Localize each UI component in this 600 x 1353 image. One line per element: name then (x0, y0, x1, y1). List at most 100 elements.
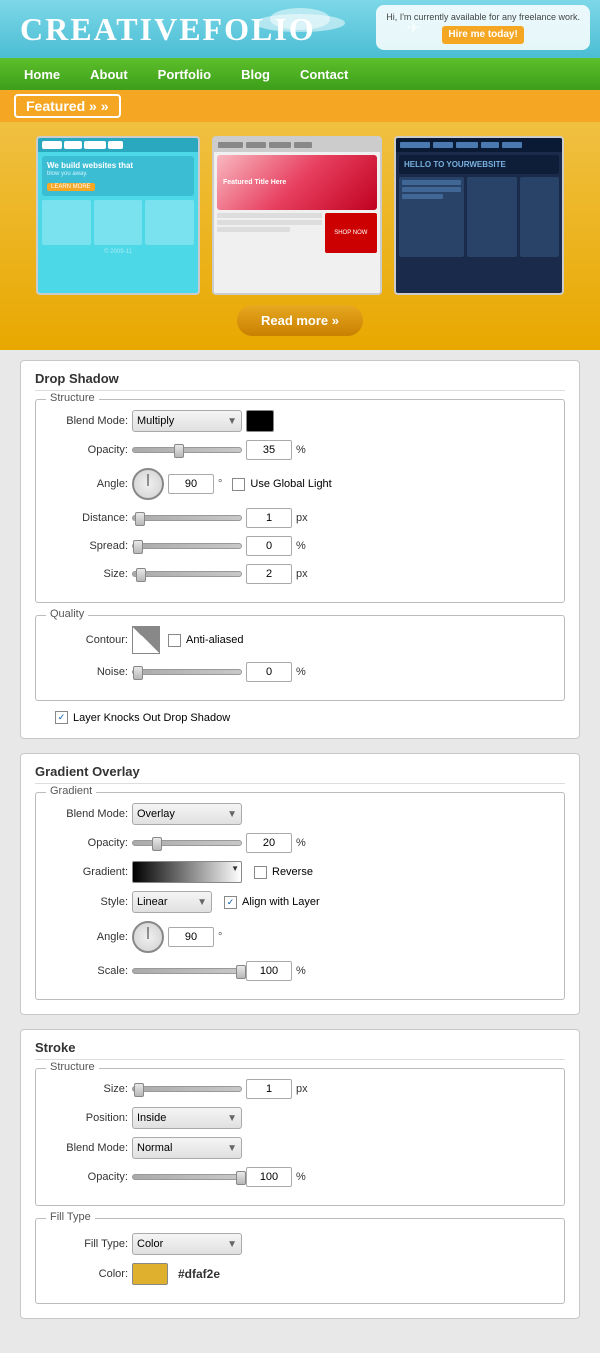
go-opacity-slider-track[interactable] (132, 840, 242, 846)
angle-input[interactable] (168, 474, 214, 494)
layer-knocks-cb[interactable] (55, 711, 68, 724)
anti-aliased-cb[interactable] (168, 634, 181, 647)
go-angle-deg: ° (218, 931, 222, 943)
distance-px: px (296, 512, 308, 524)
distance-slider-track[interactable] (132, 515, 242, 521)
distance-label: Distance: (48, 512, 128, 524)
go-scale-input[interactable] (246, 961, 292, 981)
carousel-thumb-2[interactable]: Featured Title Here SHOP NOW (212, 136, 382, 295)
featured-label[interactable]: Featured » (14, 94, 121, 118)
go-opacity-input[interactable] (246, 833, 292, 853)
distance-slider-wrap (132, 515, 242, 521)
opacity-percent: % (296, 444, 306, 456)
stroke-opacity-slider-track[interactable] (132, 1174, 242, 1180)
size-slider-wrap (132, 571, 242, 577)
stroke-structure-label: Structure (46, 1061, 99, 1073)
go-gradient-row: Gradient: ▼ Reverse (48, 861, 552, 883)
noise-row: Noise: % (48, 662, 552, 682)
layer-knocks-label: Layer Knocks Out Drop Shadow (73, 712, 230, 724)
gradient-preview[interactable]: ▼ (132, 861, 242, 883)
go-style-label: Style: (48, 896, 128, 908)
thumb1-col2 (94, 200, 143, 245)
carousel-thumb-3[interactable]: HELLO TO YOURWEBSITE (394, 136, 564, 295)
opacity-slider-thumb[interactable] (174, 444, 184, 458)
size-label: Size: (48, 568, 128, 580)
go-scale-slider-wrap (132, 968, 242, 974)
opacity-slider-track[interactable] (132, 447, 242, 453)
featured-bar: Featured » (0, 90, 600, 122)
spread-input[interactable] (246, 536, 292, 556)
spread-slider-thumb[interactable] (133, 540, 143, 554)
size-slider-thumb[interactable] (136, 568, 146, 582)
contour-row: Contour: Anti-aliased (48, 626, 552, 654)
go-gradient-label: Gradient: (48, 866, 128, 878)
stroke-color-row: Color: #dfaf2e (48, 1263, 552, 1285)
stroke-color-hex: #dfaf2e (178, 1267, 220, 1281)
go-style-dropdown[interactable]: Linear ▼ Linear (132, 891, 212, 913)
size-input[interactable] (246, 564, 292, 584)
angle-deg: ° (218, 478, 222, 490)
go-opacity-thumb[interactable] (152, 837, 162, 851)
stroke-color-swatch[interactable] (132, 1263, 168, 1285)
spread-slider-track[interactable] (132, 543, 242, 549)
thumb1-sub: blow you away. (47, 171, 189, 177)
go-angle-dial[interactable] (132, 921, 164, 953)
thumb2-content: SHOP NOW (217, 213, 377, 253)
thumb3-row3 (402, 194, 443, 199)
go-opacity-row: Opacity: % (48, 833, 552, 853)
go-blend-mode-row: Blend Mode: Overlay ▼ Overlay (48, 803, 552, 825)
size-slider-track[interactable] (132, 571, 242, 577)
go-scale-thumb[interactable] (236, 965, 246, 979)
noise-input[interactable] (246, 662, 292, 682)
distance-input[interactable] (246, 508, 292, 528)
nav-portfolio[interactable]: Portfolio (144, 63, 225, 86)
opacity-input[interactable] (246, 440, 292, 460)
go-blend-dropdown[interactable]: Overlay ▼ Overlay (132, 803, 242, 825)
stroke-size-row: Size: px (48, 1079, 552, 1099)
stroke-blend-dropdown[interactable]: Normal ▼ Normal (132, 1137, 242, 1159)
go-align-row: Align with Layer (224, 896, 320, 909)
contour-preview[interactable] (132, 626, 160, 654)
go-angle-line (148, 927, 149, 939)
carousel-thumb-1[interactable]: We build websites that blow you away. LE… (36, 136, 200, 295)
blend-mode-dropdown[interactable]: Multiply ▼ Multiply (132, 410, 242, 432)
logo-creative: CREATIVE (20, 11, 203, 47)
noise-slider-track[interactable] (132, 669, 242, 675)
opacity-slider-wrap (132, 447, 242, 453)
hire-btn[interactable]: Hire me today! (442, 26, 523, 44)
go-scale-label: Scale: (48, 965, 128, 977)
fill-type-dropdown[interactable]: Color ▼ Color (132, 1233, 242, 1255)
thumb3-col3 (520, 177, 559, 257)
drop-shadow-color-swatch[interactable] (246, 410, 274, 432)
nav-home[interactable]: Home (10, 63, 74, 86)
stroke-size-thumb[interactable] (134, 1083, 144, 1097)
noise-slider-wrap (132, 669, 242, 675)
fill-type-row-label: Fill Type: (48, 1238, 128, 1250)
go-reverse-cb[interactable] (254, 866, 267, 879)
noise-slider-thumb[interactable] (133, 666, 143, 680)
go-angle-input[interactable] (168, 927, 214, 947)
go-scale-slider-track[interactable] (132, 968, 242, 974)
go-angle-row: Angle: ° (48, 921, 552, 953)
global-light-cb[interactable] (232, 478, 245, 491)
nav-about[interactable]: About (76, 63, 142, 86)
stroke-blend-row: Blend Mode: Normal ▼ Normal (48, 1137, 552, 1159)
stroke-position-dropdown[interactable]: Inside ▼ Inside (132, 1107, 242, 1129)
angle-dial[interactable] (132, 468, 164, 500)
nav-bar: Home About Portfolio Blog Contact (0, 58, 600, 90)
nav-contact[interactable]: Contact (286, 63, 362, 86)
stroke-opacity-thumb[interactable] (236, 1171, 246, 1185)
global-light-row: Use Global Light (232, 478, 331, 491)
gradient-section-label: Gradient (46, 785, 96, 797)
stroke-size-slider-track[interactable] (132, 1086, 242, 1092)
thumb3-title: HELLO TO YOURWEBSITE (404, 160, 554, 169)
contour-label: Contour: (48, 634, 128, 646)
carousel-images: We build websites that blow you away. LE… (14, 136, 586, 295)
go-align-cb[interactable] (224, 896, 237, 909)
stroke-opacity-input[interactable] (246, 1167, 292, 1187)
carousel-area: We build websites that blow you away. LE… (0, 122, 600, 350)
stroke-size-input[interactable] (246, 1079, 292, 1099)
distance-slider-thumb[interactable] (135, 512, 145, 526)
nav-blog[interactable]: Blog (227, 63, 284, 86)
read-more-button[interactable]: Read more » (237, 305, 363, 336)
